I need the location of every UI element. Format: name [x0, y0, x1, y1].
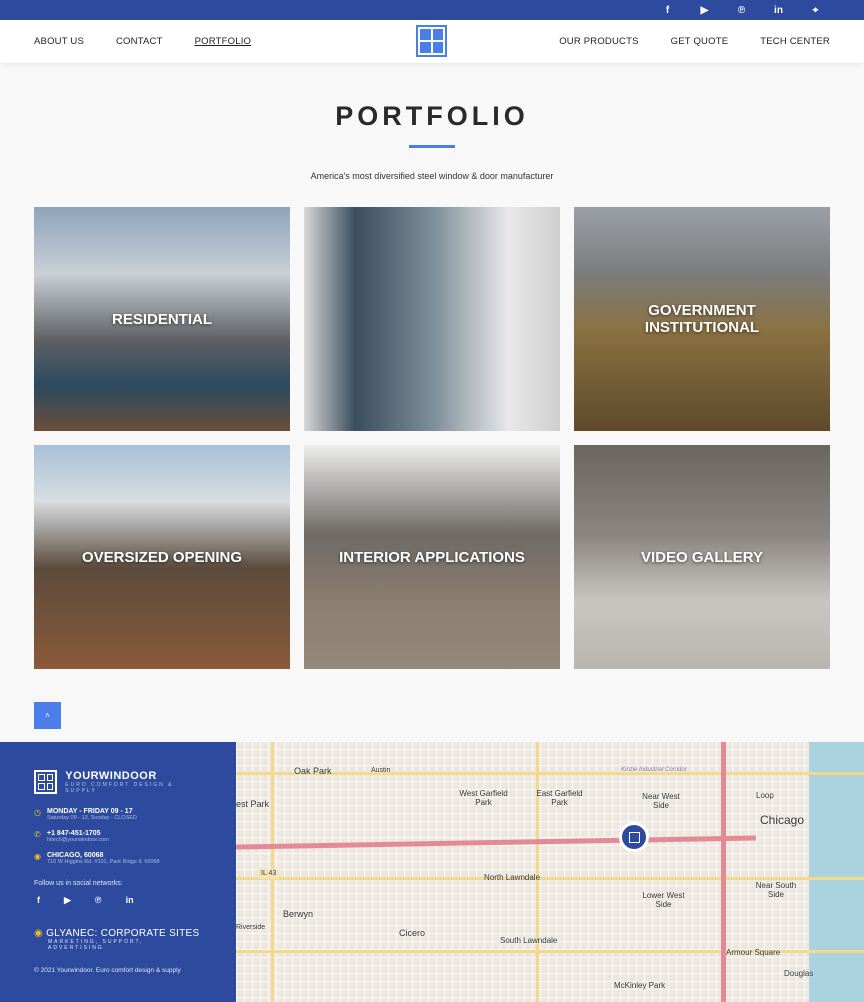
map-label: Berwyn [283, 909, 314, 919]
facebook-icon[interactable]: f [649, 5, 686, 16]
map-label: West Garfield Park [459, 789, 508, 807]
agency-logo-icon: ◉ [34, 928, 44, 939]
map-label: South Lawndale [500, 936, 558, 945]
nav-about-us[interactable]: ABOUT US [34, 36, 84, 47]
map-label: Chicago [760, 813, 805, 827]
map-label: North Lawndale [484, 873, 541, 882]
road [236, 877, 864, 880]
map-label: Armour Square [726, 948, 781, 957]
linkedin-icon[interactable]: in [760, 5, 797, 16]
highway [721, 742, 726, 1002]
portfolio-grid: RESIDENTIAL GOVERNMENT INSTITUTIONAL OVE… [34, 207, 830, 669]
pinterest-icon[interactable]: ℗ [723, 5, 760, 16]
follow-label: Follow us in social networks: [34, 880, 123, 887]
map-label: McKinley Park [614, 981, 666, 990]
footer-brand: YOURWINDOOR [65, 770, 157, 782]
map-marker-icon[interactable] [619, 822, 649, 852]
youtube-icon[interactable]: ▶ [686, 5, 723, 16]
address: 710 W Higgins Rd. #101, Park Ridge IL 60… [47, 859, 160, 865]
agency-link[interactable]: ◉ GLYANEC: CORPORATE SITES [34, 928, 202, 939]
title-underline [409, 145, 455, 148]
map-label: Douglas [784, 969, 814, 978]
map-label: Loop [756, 791, 774, 800]
tile-interior-applications[interactable]: INTERIOR APPLICATIONS [304, 445, 560, 669]
phone-link[interactable]: +1 847-451-1705 [47, 830, 109, 837]
location-icon: ◉ [34, 852, 41, 861]
agency-tagline: MARKETING, SUPPORT, ADVERTISING [48, 939, 144, 951]
lake [809, 742, 864, 1002]
nav-tech-center[interactable]: TECH CENTER [760, 36, 830, 47]
window-logo-icon [34, 770, 58, 794]
back-to-top-button[interactable]: ˄ [34, 702, 61, 729]
clock-icon: ◷ [34, 808, 41, 817]
agency-name: GLYANEC: CORPORATE SITES [46, 928, 200, 939]
map-label: Oak Park [294, 766, 332, 776]
email-link[interactable]: hitech@yourwindoor.com [47, 837, 109, 843]
map-label: Near West Side [642, 792, 680, 810]
map-label: Riverside [236, 924, 266, 931]
tile-government-institutional[interactable]: GOVERNMENT INSTITUTIONAL [574, 207, 830, 431]
hours: MONDAY - FRIDAY 09 - 17 [47, 808, 133, 815]
map-label: Kinzie Industrial Corridor [621, 767, 687, 773]
tile-video-gallery[interactable]: VIDEO GALLERY [574, 445, 830, 669]
nav-get-quote[interactable]: GET QUOTE [671, 36, 729, 47]
footer-info: YOURWINDOOR EURO COMFORT DESIGN & SUPPLY… [0, 742, 236, 1002]
hours-weekend: Saturday 09 - 13, Sunday - CLOSED [47, 815, 137, 821]
footer-tagline: EURO COMFORT DESIGN & SUPPLY [65, 782, 174, 794]
tile-commercial[interactable] [304, 207, 560, 431]
page-title: PORTFOLIO [335, 101, 529, 131]
top-social-bar: f ▶ ℗ in ⌖ [0, 0, 864, 20]
main-nav: ABOUT US CONTACT PORTFOLIO OUR PRODUCTS … [0, 20, 864, 63]
map-label: Near South Side [755, 881, 797, 899]
road [536, 742, 539, 1002]
highway [236, 835, 757, 850]
phone-icon: ✆ [34, 830, 41, 839]
pinterest-icon[interactable]: ℗ [95, 895, 102, 906]
location-icon[interactable]: ⌖ [797, 5, 834, 16]
nav-portfolio[interactable]: PORTFOLIO [195, 36, 252, 47]
copyright: © 2021 Yourwindoor. Euro comfort design … [34, 967, 181, 974]
map-label: est Park [236, 799, 270, 809]
city: CHICAGO, 60068 [47, 852, 104, 859]
map-label: Cicero [399, 928, 426, 938]
youtube-icon[interactable]: ▶ [64, 895, 71, 906]
page-subtitle: America's most diversified steel window … [310, 171, 554, 181]
map-label: East Garfield Park [536, 789, 583, 807]
map-label: Lower West Side [642, 891, 685, 909]
tile-residential[interactable]: RESIDENTIAL [34, 207, 290, 431]
map-label: IL 43 [258, 869, 280, 879]
linkedin-icon[interactable]: in [126, 895, 134, 906]
map[interactable]: Oak Park Austin West Garfield Park East … [236, 742, 864, 1002]
nav-our-products[interactable]: OUR PRODUCTS [559, 36, 638, 47]
tile-oversized-opening[interactable]: OVERSIZED OPENING [34, 445, 290, 669]
nav-contact[interactable]: CONTACT [116, 36, 163, 47]
facebook-icon[interactable]: f [37, 895, 40, 906]
map-label: Austin [371, 767, 391, 774]
window-logo-icon[interactable] [416, 25, 447, 57]
